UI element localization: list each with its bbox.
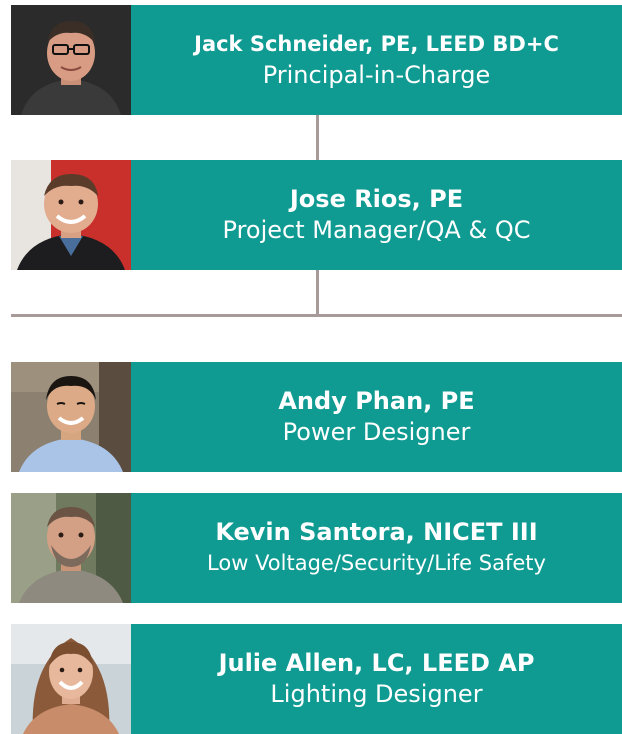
org-card-lighting-designer: Julie Allen, LC, LEED AP Lighting Design… (11, 624, 622, 734)
card-text-box: Kevin Santora, NICET III Low Voltage/Sec… (131, 493, 622, 603)
team-branch-line (11, 314, 622, 317)
person-role: Low Voltage/Security/Life Safety (207, 551, 546, 575)
connector-principal-to-pm (316, 115, 319, 160)
card-text-box: Jose Rios, PE Project Manager/QA & QC (131, 160, 622, 270)
person-name: Jack Schneider, PE, LEED BD+C (194, 32, 559, 56)
photo-jose-rios (11, 160, 131, 270)
card-text-box: Andy Phan, PE Power Designer (131, 362, 622, 472)
connector-pm-to-team (316, 270, 319, 315)
org-card-principal: Jack Schneider, PE, LEED BD+C Principal-… (11, 5, 622, 115)
card-text-box: Jack Schneider, PE, LEED BD+C Principal-… (131, 5, 622, 115)
org-card-project-manager: Jose Rios, PE Project Manager/QA & QC (11, 160, 622, 270)
photo-julie-allen (11, 624, 131, 734)
person-role: Lighting Designer (270, 680, 483, 708)
person-role: Project Manager/QA & QC (222, 216, 531, 244)
card-text-box: Julie Allen, LC, LEED AP Lighting Design… (131, 624, 622, 734)
person-name: Julie Allen, LC, LEED AP (218, 649, 535, 677)
photo-andy-phan (11, 362, 131, 472)
org-card-power-designer: Andy Phan, PE Power Designer (11, 362, 622, 472)
person-name: Jose Rios, PE (289, 185, 464, 213)
person-role: Principal-in-Charge (262, 61, 491, 89)
person-name: Kevin Santora, NICET III (215, 518, 538, 546)
person-name: Andy Phan, PE (278, 387, 475, 415)
photo-jack-schneider (11, 5, 131, 115)
photo-kevin-santora (11, 493, 131, 603)
person-role: Power Designer (282, 418, 471, 446)
org-card-low-voltage: Kevin Santora, NICET III Low Voltage/Sec… (11, 493, 622, 603)
